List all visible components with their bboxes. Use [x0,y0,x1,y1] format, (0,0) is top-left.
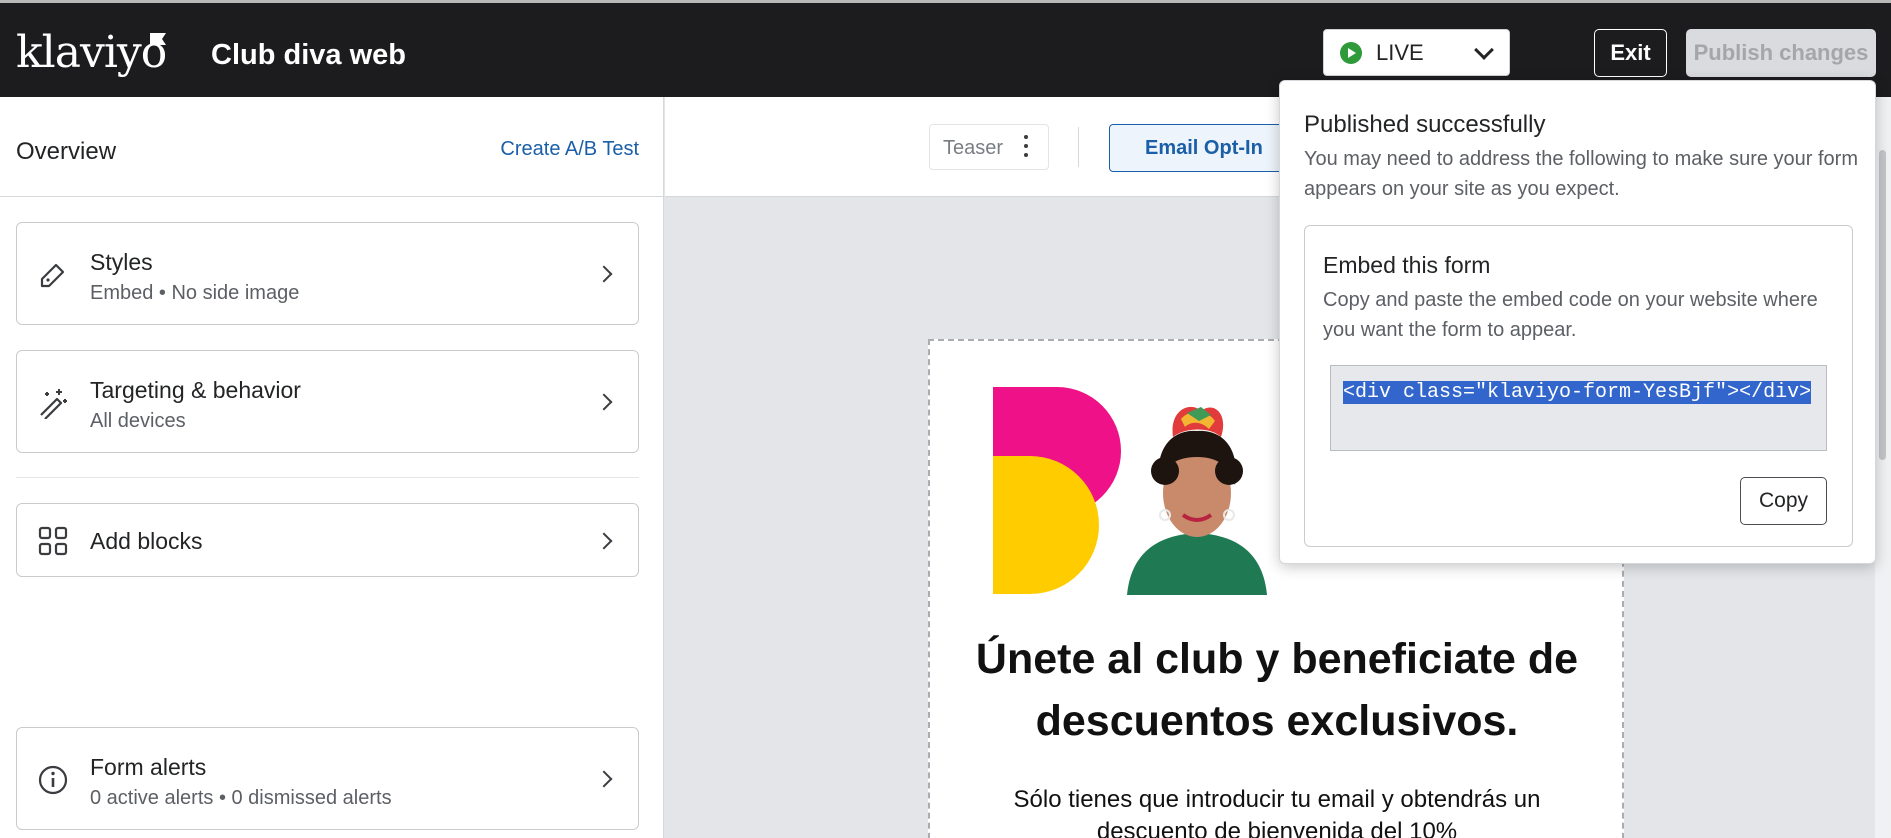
copy-button[interactable]: Copy [1740,477,1827,525]
chevron-down-icon [1474,40,1494,60]
magic-wand-icon [40,389,67,419]
live-status-icon [1340,41,1362,64]
chevron-right-icon [595,532,613,550]
tab-teaser-label: Teaser [943,137,1004,159]
sidebar: Overview Create A/B Test Styles Embed • … [0,97,664,838]
published-popover: Published successfully You may need to a… [1279,80,1876,564]
divider [16,477,639,478]
styles-card[interactable]: Styles Embed • No side image [16,222,639,325]
tab-teaser[interactable]: Teaser [929,124,1049,170]
card-subtitle: Embed • No side image [90,282,300,304]
status-dropdown[interactable]: LIVE [1323,29,1510,76]
hero-portrait-image[interactable] [1117,403,1277,595]
card-title: Form alerts [90,754,207,780]
grid-icon [38,526,68,556]
embed-title: Embed this form [1323,252,1491,278]
tab-separator [1078,127,1079,167]
pencil-icon [40,263,65,288]
form-alerts-card[interactable]: Form alerts 0 active alerts • 0 dismisse… [16,727,639,830]
embed-instructions: Copy and paste the embed code on your we… [1323,289,1818,341]
chevron-right-icon [595,265,613,283]
publish-changes-button[interactable]: Publish changes [1686,29,1876,77]
add-blocks-card[interactable]: Add blocks [16,503,639,577]
card-title: Targeting & behavior [90,377,301,403]
info-icon [38,765,68,795]
embed-form-panel: Embed this form Copy and paste the embed… [1304,225,1853,547]
chevron-right-icon [595,393,613,411]
card-subtitle: 0 active alerts • 0 dismissed alerts [90,787,392,809]
more-options-icon[interactable] [1024,135,1028,161]
logo-flag-icon [150,33,166,45]
embed-code-field[interactable]: <div class="klaviyo-form-YesBjf"></div> [1330,365,1827,451]
embed-code-wrapper: <div class="klaviyo-form-YesBjf"></div> [1343,378,1823,408]
create-ab-test-link[interactable]: Create A/B Test [500,138,639,161]
form-description: Sólo tienes que introducir tu email y ob… [1013,786,1541,838]
exit-button[interactable]: Exit [1594,29,1667,77]
scrollbar-thumb[interactable] [1879,150,1886,460]
form-heading: Únete al club y beneficiate de descuento… [975,635,1579,745]
chevron-right-icon [595,770,613,788]
klaviyo-logo[interactable]: klaviyo [16,31,167,75]
card-subtitle: All devices [90,410,186,432]
sidebar-title: Overview [16,138,117,165]
card-title: Add blocks [90,528,203,554]
sidebar-header: Overview Create A/B Test [0,97,664,197]
form-name[interactable]: Club diva web [211,39,406,72]
embed-code-text[interactable]: <div class="klaviyo-form-YesBjf"></div> [1343,381,1812,404]
popover-body: You may need to address the following to… [1304,148,1859,200]
status-value: LIVE [1376,39,1424,65]
popover-title: Published successfully [1304,111,1546,138]
targeting-behavior-card[interactable]: Targeting & behavior All devices [16,350,639,453]
card-title: Styles [90,249,153,275]
